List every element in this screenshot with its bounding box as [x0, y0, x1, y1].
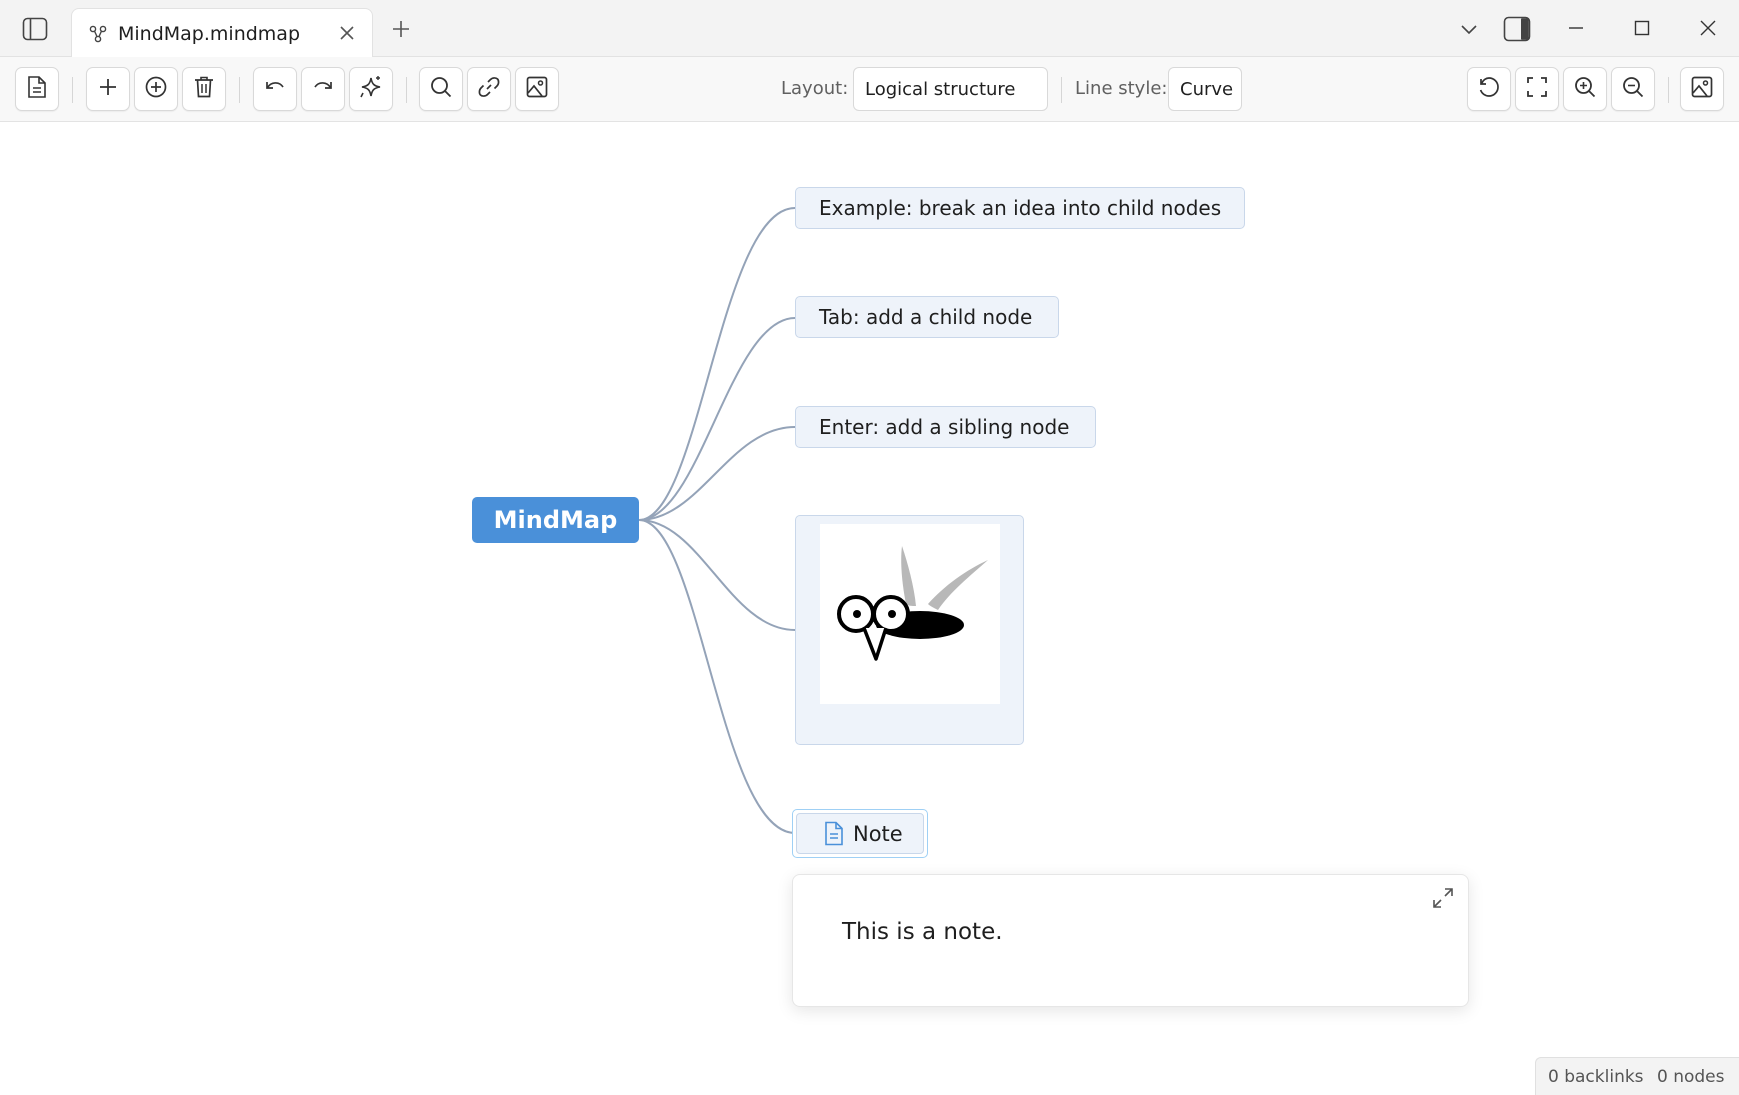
connector-line — [638, 426, 796, 521]
toolbar-divider — [239, 77, 240, 103]
toolbar-divider — [1061, 77, 1062, 103]
note-document-icon — [823, 821, 845, 847]
note-node-body: Note — [796, 813, 924, 854]
image-node[interactable] — [795, 515, 1024, 745]
undo-icon — [263, 77, 287, 101]
link-button[interactable] — [467, 67, 511, 111]
export-image-button[interactable] — [1680, 67, 1724, 111]
trash-icon — [193, 75, 215, 103]
connector-line — [638, 519, 796, 834]
child-node[interactable]: Example: break an idea into child nodes — [795, 187, 1245, 229]
zoom-out-button[interactable] — [1611, 67, 1655, 111]
zoom-in-icon — [1573, 75, 1597, 103]
note-text: This is a note. — [842, 919, 1003, 945]
toolbar-divider — [1668, 77, 1669, 103]
tab-title: MindMap.mindmap — [118, 22, 301, 45]
image-icon — [525, 75, 549, 103]
sparkle-icon — [358, 74, 384, 104]
zoom-in-button[interactable] — [1563, 67, 1607, 111]
minimize-icon[interactable] — [1558, 10, 1594, 46]
note-popup: This is a note. — [792, 874, 1469, 1007]
mindmap-icon — [88, 24, 108, 44]
child-node[interactable]: Tab: add a child node — [795, 296, 1059, 338]
chevron-down-icon[interactable] — [1454, 14, 1484, 44]
redo-button[interactable] — [301, 67, 345, 111]
delete-node-button[interactable] — [182, 67, 226, 111]
redo-icon — [311, 77, 335, 101]
undo-button[interactable] — [253, 67, 297, 111]
tab-mindmap[interactable]: MindMap.mindmap — [71, 8, 373, 58]
note-node-label: Note — [853, 821, 903, 846]
child-node[interactable]: Enter: add a sibling node — [795, 406, 1096, 448]
search-button[interactable] — [419, 67, 463, 111]
add-child-button[interactable] — [134, 67, 178, 111]
root-node[interactable]: MindMap — [472, 497, 639, 543]
toolbar-divider — [72, 77, 73, 103]
document-button[interactable] — [15, 67, 59, 111]
close-window-icon[interactable] — [1690, 10, 1726, 46]
ai-assist-button[interactable] — [349, 67, 393, 111]
add-circle-icon — [144, 75, 168, 103]
layout-label: Layout: — [781, 78, 849, 99]
maximize-icon[interactable] — [1624, 10, 1660, 46]
mindmap-canvas[interactable]: MindMap Example: break an idea into chil… — [0, 122, 1739, 1095]
export-image-icon — [1690, 75, 1714, 103]
add-node-button[interactable] — [86, 67, 130, 111]
toolbar: Layout: Logical structure Line style: Cu… — [0, 57, 1739, 122]
toolbar-divider — [406, 77, 407, 103]
layout-select[interactable]: Logical structure — [853, 67, 1048, 111]
note-node[interactable]: Note — [792, 809, 928, 858]
status-bar: 0 backlinks 0 nodes — [1535, 1057, 1739, 1095]
sidebar-toggle-icon[interactable] — [14, 12, 56, 46]
fit-view-button[interactable] — [1515, 67, 1559, 111]
reset-icon — [1477, 75, 1501, 103]
reset-view-button[interactable] — [1467, 67, 1511, 111]
right-sidebar-icon[interactable] — [1500, 12, 1534, 46]
line-style-select[interactable]: Curve — [1168, 67, 1242, 111]
new-tab-plus-icon[interactable] — [386, 12, 416, 46]
link-icon — [477, 75, 501, 103]
fullscreen-icon — [1525, 75, 1549, 103]
title-bar: MindMap.mindmap — [0, 0, 1739, 58]
mosquito-image — [820, 524, 1000, 704]
close-tab-icon[interactable] — [336, 22, 358, 44]
line-style-label: Line style: — [1075, 78, 1168, 99]
search-icon — [429, 75, 453, 103]
backlinks-count[interactable]: 0 backlinks — [1548, 1067, 1644, 1087]
zoom-out-icon — [1621, 75, 1645, 103]
expand-icon[interactable] — [1430, 885, 1456, 911]
insert-image-button[interactable] — [515, 67, 559, 111]
plus-icon — [97, 76, 119, 102]
document-icon — [26, 75, 48, 103]
nodes-count: 0 nodes — [1657, 1067, 1725, 1087]
